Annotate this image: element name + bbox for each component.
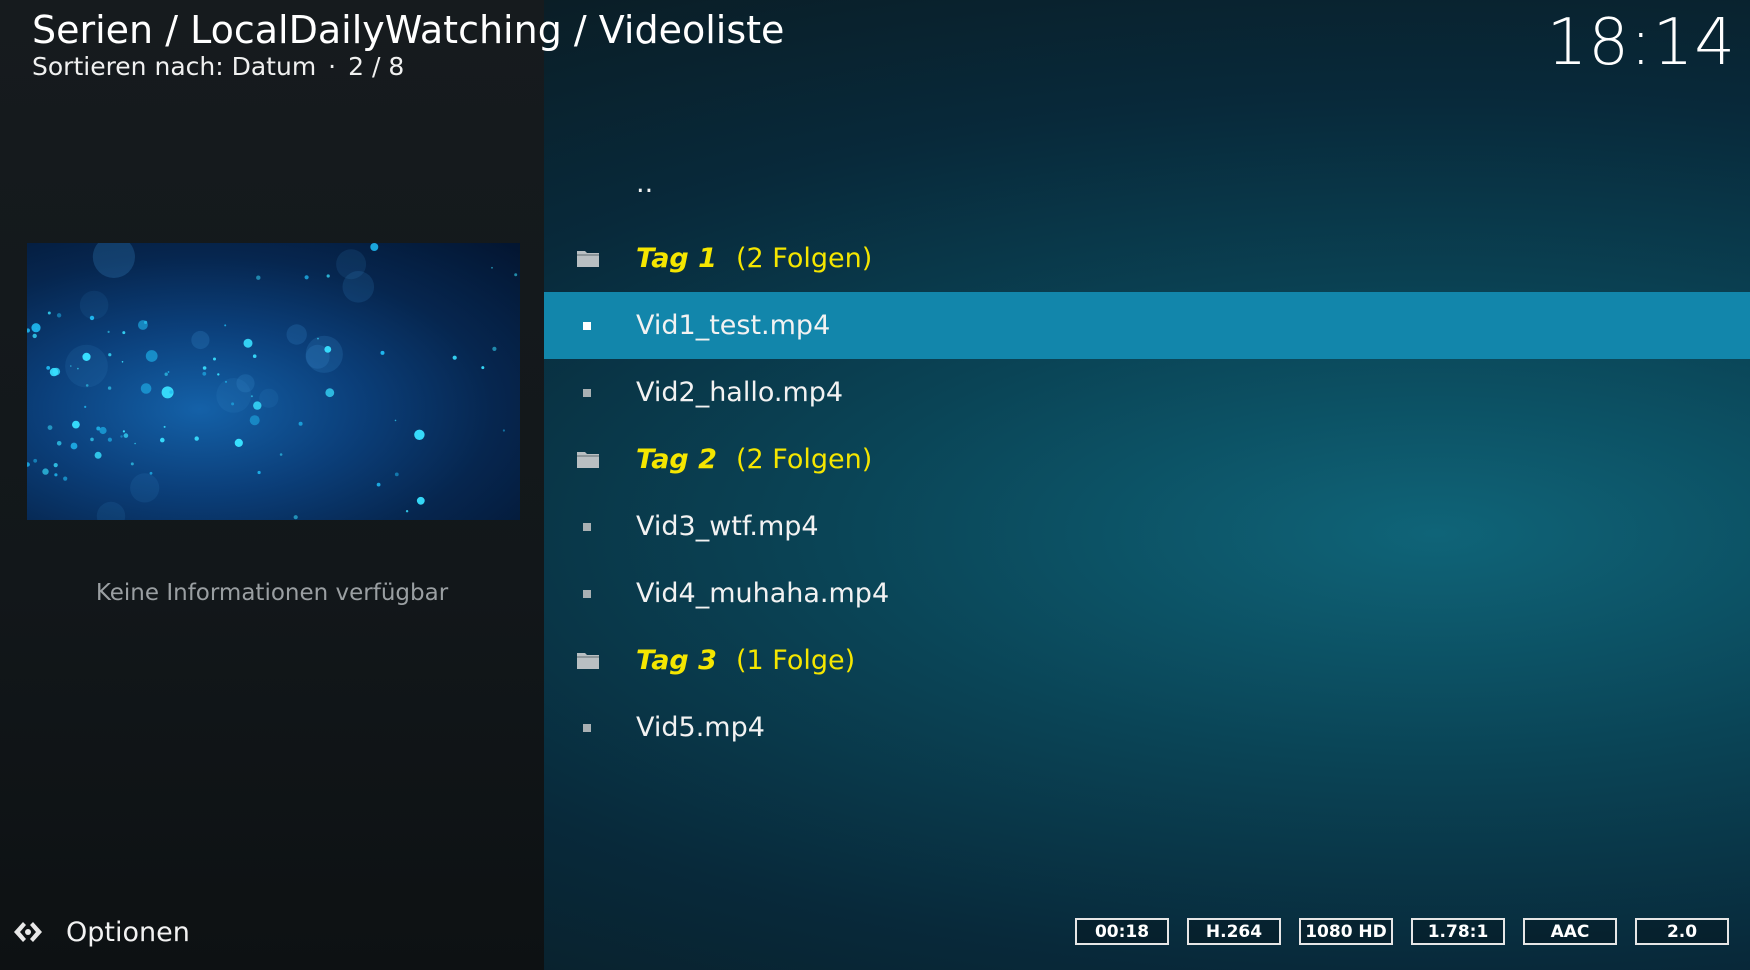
options-button[interactable]: Optionen	[12, 916, 190, 948]
group-episode-count: (1 Folge)	[736, 645, 856, 676]
clock: 18:14	[1546, 6, 1736, 80]
bullet-icon	[583, 523, 591, 531]
list-group-tag-3[interactable]: Tag 3 (1 Folge)	[544, 627, 1750, 694]
list-group-tag-1[interactable]: Tag 1 (2 Folgen)	[544, 225, 1750, 292]
folder-icon	[577, 452, 599, 468]
video-label: Vid2_hallo.mp4	[636, 377, 844, 408]
bullet-icon	[583, 724, 591, 732]
breadcrumb: Serien / LocalDailyWatching / Videoliste	[32, 8, 785, 52]
audio-channels-flag: 2.0	[1635, 918, 1729, 945]
options-icon	[14, 922, 42, 942]
info-panel: Keine Informationen verfügbar Optionen	[0, 0, 544, 970]
video-label: Vid1_test.mp4	[636, 310, 831, 341]
audio-codec-flag: AAC	[1523, 918, 1617, 945]
group-episode-count: (2 Folgen)	[736, 444, 873, 475]
list-item-vid5[interactable]: Vid5.mp4	[544, 694, 1750, 761]
kodi-video-window: Keine Informationen verfügbar Optionen S…	[0, 0, 1750, 970]
group-label: Tag 2	[636, 444, 717, 475]
media-flags: 00:18 H.264 1080 HD 1.78:1 AAC 2.0	[1075, 918, 1729, 945]
parent-folder-label: ..	[636, 168, 654, 199]
parent-folder-item[interactable]: ..	[544, 158, 1750, 225]
resolution-flag: 1080 HD	[1299, 918, 1393, 945]
header: Serien / LocalDailyWatching / Videoliste…	[32, 4, 784, 82]
sort-label: Sortieren nach: Datum	[32, 52, 317, 81]
bullet-icon	[583, 322, 591, 330]
no-info-text: Keine Informationen verfügbar	[95, 580, 449, 606]
item-position: 2 / 8	[348, 52, 405, 81]
sort-info: Sortieren nach: Datum · 2 / 8	[32, 52, 784, 82]
bullet-icon	[583, 389, 591, 397]
video-thumbnail	[27, 243, 520, 520]
list-item-vid2[interactable]: Vid2_hallo.mp4	[544, 359, 1750, 426]
folder-icon	[577, 653, 599, 669]
group-label: Tag 1	[636, 243, 717, 274]
group-episode-count: (2 Folgen)	[736, 243, 873, 274]
list-group-tag-2[interactable]: Tag 2 (2 Folgen)	[544, 426, 1750, 493]
group-label: Tag 3	[636, 645, 717, 676]
video-label: Vid5.mp4	[636, 712, 765, 743]
particle-artwork	[27, 243, 518, 520]
video-codec-flag: H.264	[1187, 918, 1281, 945]
list-item-vid3[interactable]: Vid3_wtf.mp4	[544, 493, 1750, 560]
aspect-ratio-flag: 1.78:1	[1411, 918, 1505, 945]
folder-icon	[577, 251, 599, 267]
separator-dot: ·	[328, 52, 337, 81]
video-label: Vid3_wtf.mp4	[636, 511, 819, 542]
video-list: .. Tag 1 (2 Folgen) Vid1_test.mp4 Vid2_h…	[544, 158, 1750, 761]
bullet-icon	[583, 590, 591, 598]
video-label: Vid4_muhaha.mp4	[636, 578, 890, 609]
list-item-vid1[interactable]: Vid1_test.mp4	[544, 292, 1750, 359]
options-label: Optionen	[66, 916, 190, 948]
list-item-vid4[interactable]: Vid4_muhaha.mp4	[544, 560, 1750, 627]
duration-flag: 00:18	[1075, 918, 1169, 945]
